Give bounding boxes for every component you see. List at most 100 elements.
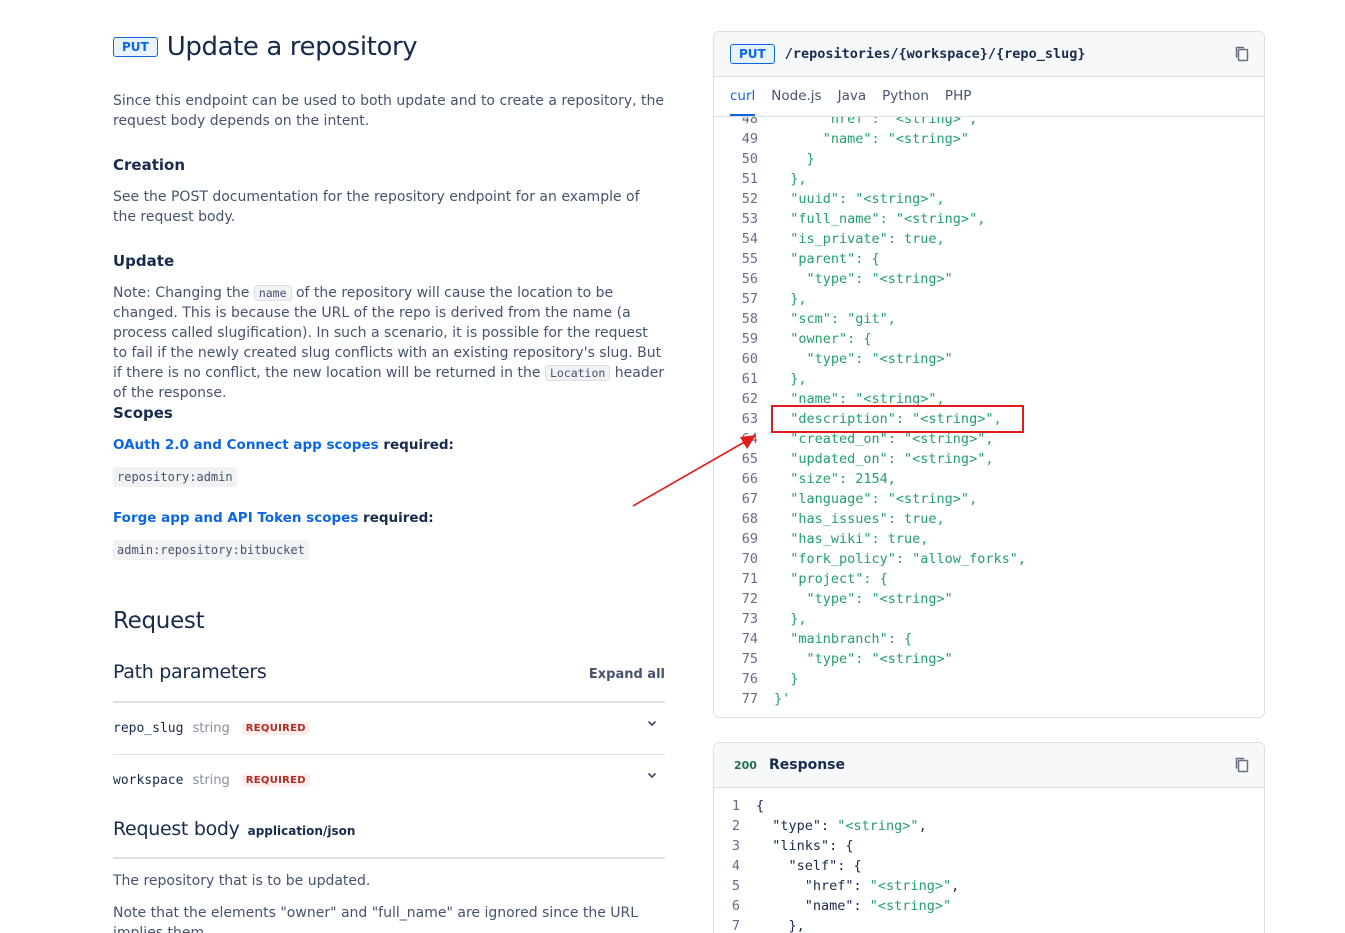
line-number: 74 [741, 631, 758, 647]
creation-heading: Creation [113, 156, 185, 174]
code-line: 48 "href": "<string>", [714, 117, 1264, 129]
code-text: "self": { [740, 856, 862, 876]
code-key: "href": [756, 878, 870, 894]
title-row: PUT Update a repository [113, 32, 418, 62]
response-sample-panel: 200 Response 1{2 "type": "<string>", 3 "l… [713, 742, 1265, 933]
param-type: string [192, 772, 230, 788]
code-line: 57 }, [714, 289, 1264, 309]
forge-scopes-link[interactable]: Forge app and API Token scopes [113, 510, 358, 526]
code-text: "full_name": "<string>", [774, 211, 986, 227]
code-text: "has_issues": true, [774, 511, 945, 527]
code-line: 54 "is_private": true, [714, 229, 1264, 249]
tab-java[interactable]: Java [838, 88, 867, 116]
request-panel-header: PUT /repositories/{workspace}/{repo_slug… [714, 32, 1264, 77]
code-text: "has_wiki": true, [774, 531, 929, 547]
code-text: }, [774, 611, 807, 627]
param-name: repo_slug [113, 720, 184, 736]
path-params-heading: Path parameters [113, 661, 267, 683]
code-text: }, [774, 171, 807, 187]
code-text: "is_private": true, [774, 231, 945, 247]
chevron-down-icon[interactable] [647, 770, 657, 780]
creation-text: See the POST documentation for the repos… [113, 189, 640, 225]
code-line: 6 "name": "<string>" [714, 896, 1264, 916]
line-number: 2 [731, 818, 740, 834]
oauth-scopes-line: OAuth 2.0 and Connect app scopes require… [113, 435, 665, 455]
line-number: 70 [741, 551, 758, 567]
code-text: "mainbranch": { [774, 631, 913, 647]
line-number: 69 [741, 531, 758, 547]
line-number: 57 [741, 291, 758, 307]
code-line: 74 "mainbranch": { [714, 629, 1264, 649]
line-number: 6 [731, 898, 740, 914]
location-code: Location [544, 365, 611, 381]
line-number: 51 [741, 171, 758, 187]
method-badge: PUT [113, 37, 158, 57]
request-body-title: Request body [113, 818, 240, 840]
tab-python[interactable]: Python [882, 88, 929, 116]
code-text: }, [774, 291, 807, 307]
status-code: 200 [734, 758, 757, 772]
code-text: "size": 2154, [774, 471, 896, 487]
update-text: Note: Changing the name of the repositor… [113, 283, 665, 403]
line-number: 77 [741, 691, 758, 707]
line-number: 62 [741, 391, 758, 407]
media-type: application/json [247, 824, 356, 838]
scopes-heading: Scopes [113, 404, 173, 422]
code-line: 55 "parent": { [714, 249, 1264, 269]
code-line: 75 "type": "<string>" [714, 649, 1264, 669]
highlight-box [771, 405, 1024, 433]
code-key: "name": [756, 898, 870, 914]
line-number: 1 [731, 798, 740, 814]
code-key: "self": { [756, 858, 862, 874]
code-line: 65 "updated_on": "<string>", [714, 449, 1264, 469]
code-line: 61 }, [714, 369, 1264, 389]
line-number: 60 [741, 351, 758, 367]
line-number: 50 [741, 151, 758, 167]
code-text: "fork_policy": "allow_forks", [774, 551, 1026, 567]
code-line: 3 "links": { [714, 836, 1264, 856]
code-text: "project": { [774, 571, 888, 587]
tab-nodejs[interactable]: Node.js [771, 88, 821, 116]
code-line: 53 "full_name": "<string>", [714, 209, 1264, 229]
code-line: 7 }, [714, 916, 1264, 933]
code-text: "type": "<string>" [774, 591, 953, 607]
copy-icon[interactable] [1233, 45, 1251, 63]
param-row-workspace[interactable]: workspace string REQUIRED [113, 754, 665, 806]
code-text: "owner": { [774, 331, 872, 347]
code-text: "name": "<string>" [740, 896, 951, 916]
method-badge: PUT [730, 44, 775, 64]
param-name: workspace [113, 772, 184, 788]
chevron-down-icon[interactable] [647, 718, 657, 728]
update-heading: Update [113, 252, 175, 270]
code-line: 69 "has_wiki": true, [714, 529, 1264, 549]
arrow-annotation [632, 435, 756, 507]
body-note: Note that the elements "owner" and "full… [113, 905, 639, 933]
code-line: 70 "fork_policy": "allow_forks", [714, 549, 1264, 569]
code-line: 52 "uuid": "<string>", [714, 189, 1264, 209]
line-number: 71 [741, 571, 758, 587]
code-line: 56 "type": "<string>" [714, 269, 1264, 289]
code-line: 73 }, [714, 609, 1264, 629]
forge-scope-value: admin:repository:bitbucket [113, 540, 309, 560]
oauth-scopes-link[interactable]: OAuth 2.0 and Connect app scopes [113, 437, 379, 453]
required-badge: REQUIRED [241, 773, 310, 787]
code-line: 71 "project": { [714, 569, 1264, 589]
code-string: "<string>" [837, 818, 919, 834]
request-body-heading: Request body application/json [113, 818, 355, 840]
copy-icon[interactable] [1233, 756, 1251, 774]
line-number: 52 [741, 191, 758, 207]
code-line: 76 } [714, 669, 1264, 689]
code-text: "language": "<string>", [774, 491, 978, 507]
code-punct: , [951, 878, 960, 894]
response-code-block[interactable]: 1{2 "type": "<string>", 3 "links": {4 "se… [714, 788, 1264, 933]
required-badge: REQUIRED [241, 721, 310, 735]
param-row-repo-slug[interactable]: repo_slug string REQUIRED [113, 702, 665, 754]
expand-all-button[interactable]: Expand all [589, 667, 665, 682]
line-number: 61 [741, 371, 758, 387]
code-text: "type": "<string>" [774, 651, 953, 667]
tab-curl[interactable]: curl [730, 88, 756, 116]
body-description: The repository that is to be updated. [113, 873, 371, 889]
code-punct: , [918, 818, 927, 834]
code-line: 67 "language": "<string>", [714, 489, 1264, 509]
tab-php[interactable]: PHP [945, 88, 971, 116]
